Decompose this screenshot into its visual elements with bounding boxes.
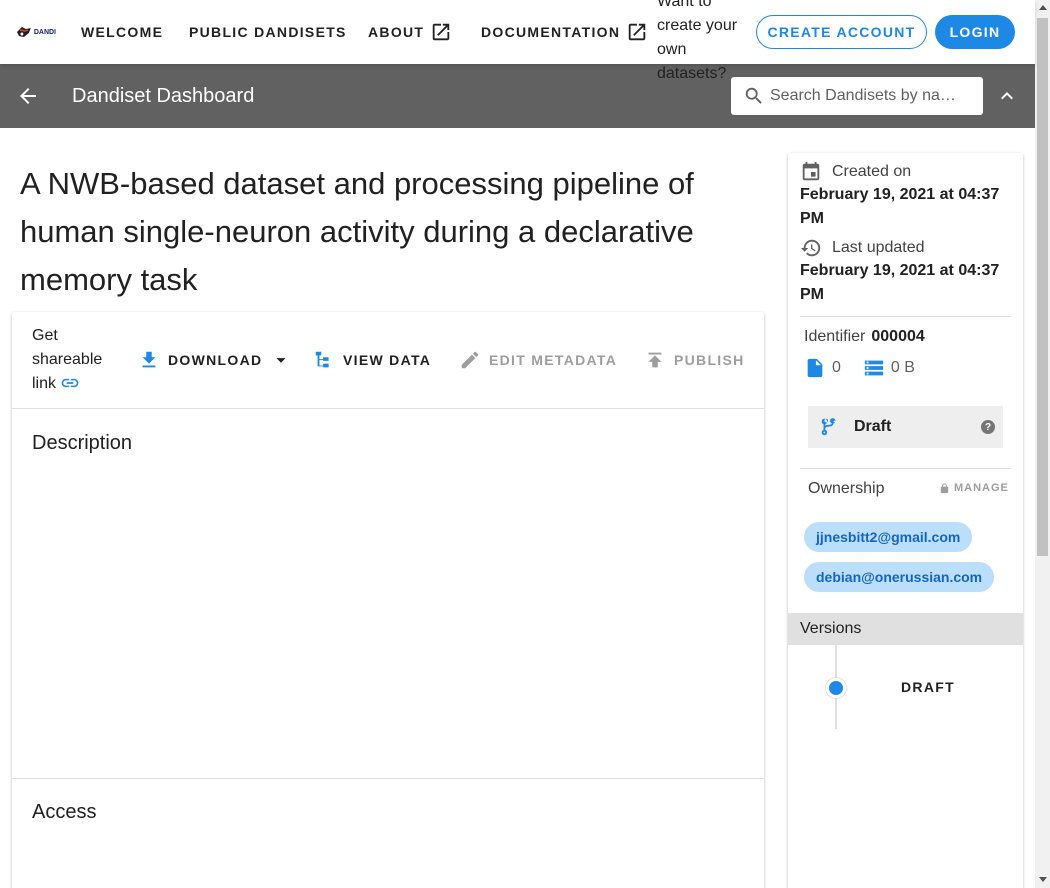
app-root: DANDI WELCOME PUBLIC DANDISETS ABOUT DOC… [0, 0, 1050, 888]
file-tree-icon [315, 351, 329, 368]
updated-row: Last updated [800, 237, 925, 259]
scroll-up-arrow-icon[interactable] [1039, 5, 1047, 10]
versions-heading: Versions [788, 613, 1023, 645]
top-nav: DANDI WELCOME PUBLIC DANDISETS ABOUT DOC… [0, 0, 1035, 82]
download-button[interactable]: DOWNLOAD [138, 348, 292, 372]
dandi-logo[interactable]: DANDI [16, 24, 56, 40]
dashboard-title: Dandiset Dashboard [72, 85, 255, 107]
scroll-down-arrow-icon[interactable] [1039, 877, 1047, 882]
draft-version-button[interactable]: Draft ? [808, 406, 1003, 448]
shareable-link-button[interactable]: Get shareable link [32, 324, 112, 396]
logo-icon [16, 27, 31, 37]
created-label: Created on [832, 163, 912, 180]
view-data-label: VIEW DATA [343, 352, 432, 368]
side-divider [800, 316, 1011, 317]
ownership-label: Ownership [808, 480, 885, 497]
nav-about[interactable]: ABOUT [368, 0, 452, 64]
side-divider [800, 468, 1011, 469]
edit-metadata-label: EDIT METADATA [489, 352, 618, 368]
file-count: 0 [832, 359, 841, 376]
action-toolbar: Get shareable link DOWNLOAD VIEW DATA ED… [12, 312, 764, 409]
created-date: February 19, 2021 at 04:37 PM [800, 186, 1000, 227]
search-box[interactable] [731, 77, 983, 115]
history-icon [800, 239, 821, 257]
description-heading: Description [32, 432, 133, 454]
download-icon [142, 351, 156, 368]
owner-chip[interactable]: debian@onerussian.com [804, 562, 995, 592]
file-icon [807, 358, 823, 378]
search-icon [745, 87, 762, 104]
search-input[interactable] [770, 87, 960, 105]
caret-down-icon [276, 358, 286, 363]
dashboard-bar: Dandiset Dashboard [0, 64, 1035, 128]
edit-metadata-button[interactable]: EDIT METADATA [459, 348, 617, 372]
create-account-button[interactable]: CREATE ACCOUNT [756, 15, 927, 49]
calendar-icon [802, 161, 820, 181]
pencil-icon [461, 351, 479, 369]
nav-public-dandisets[interactable]: PUBLIC DANDISETS [189, 0, 347, 64]
nav-about-label: ABOUT [368, 24, 425, 40]
identifier-row: Identifier 000004 [804, 328, 925, 346]
access-heading: Access [32, 801, 97, 823]
link-icon [62, 378, 79, 388]
section-divider [12, 778, 764, 779]
stats-row: 0 0 B [804, 357, 915, 379]
side-panel: Created on February 19, 2021 at 04:37 PM… [788, 153, 1023, 888]
help-icon[interactable]: ? [981, 420, 995, 434]
timeline-dot [826, 678, 846, 698]
manage-owners-button[interactable]: MANAGE [939, 482, 1009, 494]
back-arrow-icon[interactable] [16, 84, 40, 108]
nav-welcome[interactable]: WELCOME [81, 0, 163, 64]
publish-icon [648, 352, 662, 368]
external-link-icon [629, 23, 646, 41]
view-data-button[interactable]: VIEW DATA [313, 348, 431, 372]
updated-date: February 19, 2021 at 04:37 PM [800, 262, 1000, 303]
identifier-label: Identifier [804, 328, 866, 345]
identifier-value: 000004 [871, 328, 925, 345]
want-create-text: Want to create your own datasets? [657, 0, 738, 82]
dandiset-title: A NWB-based dataset and processing pipel… [20, 166, 694, 297]
download-label: DOWNLOAD [168, 352, 263, 368]
size-value: 0 B [890, 359, 915, 376]
draft-label: Draft [854, 418, 892, 435]
nav-documentation[interactable]: DOCUMENTATION [481, 0, 648, 64]
created-row: Created on [800, 161, 911, 183]
external-link-icon [433, 23, 450, 41]
nav-public-dandisets-label: PUBLIC DANDISETS [189, 24, 347, 40]
owner-chip[interactable]: jjnesbitt2@gmail.com [804, 522, 973, 552]
manage-label: MANAGE [954, 482, 1009, 494]
lock-icon [940, 482, 949, 493]
chevron-up-icon[interactable] [995, 84, 1019, 108]
login-button[interactable]: LOGIN [935, 15, 1015, 49]
version-draft-item[interactable]: DRAFT [901, 679, 955, 695]
storage-icon [864, 360, 884, 376]
branch-icon [821, 418, 836, 436]
nav-documentation-label: DOCUMENTATION [481, 24, 621, 40]
logo-text: DANDI [33, 28, 56, 36]
updated-label: Last updated [832, 239, 925, 256]
publish-button[interactable]: PUBLISH [644, 348, 745, 372]
main-card: Get shareable link DOWNLOAD VIEW DATA ED… [12, 312, 764, 888]
scrollbar-thumb[interactable] [1037, 18, 1048, 556]
publish-label: PUBLISH [674, 352, 745, 368]
nav-welcome-label: WELCOME [81, 24, 164, 40]
